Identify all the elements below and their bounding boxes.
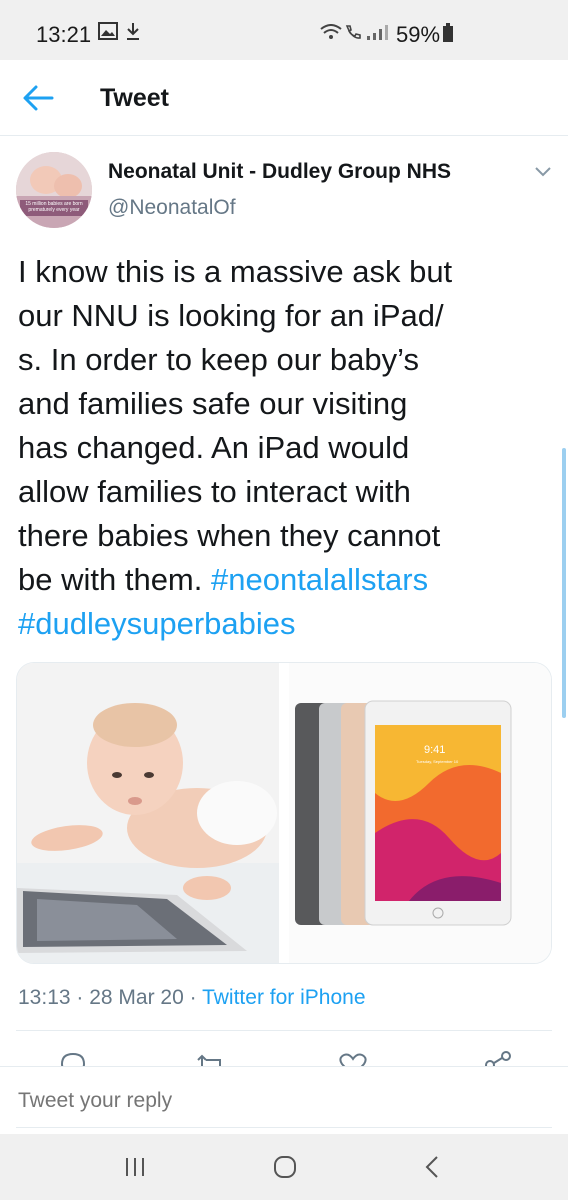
download-icon bbox=[127, 23, 139, 40]
arrow-left-icon[interactable] bbox=[22, 84, 54, 112]
tweet-text-line: allow families to interact with bbox=[18, 474, 411, 509]
media-grid: 9:41 Tuesday, September 10 bbox=[16, 662, 552, 964]
hashtag-link[interactable]: #neontalallstars bbox=[211, 562, 428, 597]
tweet-text-line: there babies when they cannot bbox=[18, 518, 441, 553]
tweet-header: Tweet bbox=[0, 60, 568, 136]
call-icon bbox=[345, 25, 361, 39]
tweet-text-tail: be with them. bbox=[18, 562, 211, 597]
back-icon[interactable] bbox=[418, 1154, 448, 1180]
reply-input[interactable] bbox=[18, 1089, 518, 1113]
chevron-down-icon[interactable] bbox=[534, 166, 552, 178]
like-icon[interactable] bbox=[338, 1050, 368, 1066]
avatar-caption: 15 million babies are born prematurely e… bbox=[25, 201, 83, 213]
avatar-image bbox=[16, 152, 92, 228]
status-time: 13:21 bbox=[36, 22, 92, 47]
tweet-text-line: s. In order to keep our baby’s bbox=[18, 342, 419, 377]
tweet-text-line: #dudleysuperbabies bbox=[18, 602, 538, 646]
reply-icon[interactable] bbox=[58, 1050, 88, 1066]
status-bar: 13:21 59% bbox=[0, 0, 568, 60]
meta-separator: · bbox=[70, 986, 90, 1009]
hashtag-link[interactable]: #dudleysuperbabies bbox=[18, 606, 296, 641]
tweet-text-line: I know this is a massive ask but bbox=[18, 254, 453, 289]
wifi-icon bbox=[320, 24, 342, 39]
battery-icon bbox=[443, 23, 453, 42]
ipad-screen-date: Tuesday, September 10 bbox=[416, 759, 459, 764]
ipad-screen-time: 9:41 bbox=[424, 744, 445, 756]
author-name[interactable]: Neonatal Unit - Dudley Group NHS bbox=[108, 160, 451, 184]
tweet-text-line: be with them. #neontalallstars bbox=[18, 558, 538, 602]
tweet-actions bbox=[0, 1042, 568, 1066]
image-icon bbox=[98, 22, 118, 40]
recent-apps-icon[interactable] bbox=[120, 1154, 150, 1180]
home-icon[interactable] bbox=[270, 1154, 300, 1180]
page-title: Tweet bbox=[100, 84, 169, 112]
tweet-text-line: has changed. An iPad would bbox=[18, 430, 410, 465]
tweet-time: 13:13 bbox=[18, 986, 71, 1009]
share-icon[interactable] bbox=[484, 1050, 514, 1066]
author-handle[interactable]: @NeonatalOf bbox=[108, 196, 236, 220]
retweet-icon[interactable] bbox=[196, 1050, 226, 1066]
reply-divider bbox=[16, 1127, 552, 1128]
battery-percentage: 59% bbox=[396, 22, 441, 47]
ipad-photo[interactable]: 9:41 Tuesday, September 10 bbox=[289, 663, 551, 963]
tweet-meta: 13:13 · 28 Mar 20 · Twitter for iPhone bbox=[18, 986, 366, 1010]
meta-separator: · bbox=[183, 986, 203, 1009]
system-nav-bar bbox=[0, 1134, 568, 1200]
tweet-date: 28 Mar 20 bbox=[89, 986, 184, 1009]
tweet-source-link[interactable]: Twitter for iPhone bbox=[202, 986, 365, 1009]
signal-icon bbox=[367, 25, 388, 40]
tweet-text-line: our NNU is looking for an iPad/ bbox=[18, 298, 444, 333]
reply-bar bbox=[0, 1066, 568, 1134]
tweet-text: I know this is a massive ask but our NNU… bbox=[18, 250, 538, 646]
baby-photo[interactable] bbox=[17, 663, 279, 963]
divider bbox=[16, 1030, 552, 1031]
tweet-text-line: and families safe our visiting bbox=[18, 386, 408, 421]
scrollbar[interactable] bbox=[562, 448, 566, 718]
avatar[interactable]: 15 million babies are born prematurely e… bbox=[16, 152, 92, 228]
